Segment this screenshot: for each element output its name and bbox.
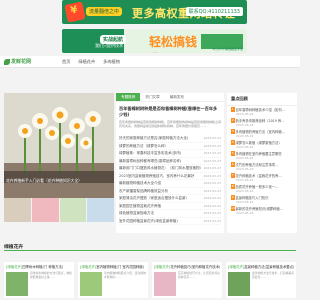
review-sidebar: 重点回顾 1 百年香樟树种植技术介绍（如何… 2023-05-24 2 新手养多肉推荐… — [227, 93, 297, 233]
thumbnail[interactable] — [4, 198, 31, 222]
sidebar-item[interactable]: 3 多肉植物的养殖方法（室内种植… 2023-05-24 — [227, 128, 297, 139]
sidebar-item[interactable]: 6 文竹的养殖方法和注意事项… 2023-05-24 — [227, 161, 297, 172]
list-item[interactable]: 最新前门门口摆放风水植物花：（前门风水摆放植物） 2023-05-23 — [119, 165, 221, 173]
list-item[interactable]: 绿色植物盆景指南方法 2023-05-23 — [119, 210, 221, 218]
list-item[interactable]: 农产新疆香梨品牌种植效益分析 2023-05-23 — [119, 188, 221, 195]
tab-hot[interactable]: 热门文章 — [140, 93, 164, 101]
thumbnail[interactable] — [31, 198, 59, 222]
nav-link-succulents[interactable]: 多肉植物 — [103, 59, 120, 65]
article-panel: 专题推荐 热门文章 最新发布 百年香樟树树种是是否和香樟树种植(香樟在一百年多少… — [116, 93, 224, 233]
tab-featured[interactable]: 专题推荐 — [116, 93, 141, 101]
banner2-sub: 我们只提供技术 — [95, 43, 123, 48]
main-nav: 发鲜花网 首页 绿植花卉 多肉植物 — [0, 56, 300, 68]
banner-contact: 联系QQ:4110211133 — [185, 7, 243, 16]
sidebar-item[interactable]: 9 盆景种植技巧入门知识 2023-05-24 — [227, 194, 297, 205]
featured-headline[interactable]: 百年香樟树树种是是否和香樟树种植(香樟在一百年多少钱) — [116, 102, 224, 119]
hero-image[interactable]: 花卉养殖新手入门必看（花卉种植知识大全） — [4, 93, 114, 198]
thumbnail[interactable] — [59, 198, 87, 222]
nav-link-plants[interactable]: 绿植花卉 — [78, 59, 95, 65]
red-envelope-icon — [64, 1, 86, 23]
sidebar-item[interactable]: 5 多肉植物在室内养殖要注意哪些 2023-05-24 — [227, 150, 297, 161]
sidebar-item[interactable]: 7 花卉种植技术（盆栽花卉的养… 2023-05-24 — [227, 172, 297, 183]
list-item[interactable]: 最新植物种植技术大全介绍 2023-05-23 — [119, 180, 221, 188]
article-card[interactable]: [绿植花卉]四季树木种植(门 种植方法) 四季树木种植的方法与要点，种植前要准备… — [4, 262, 74, 298]
ad-banner-second[interactable]: 实战起航 我们只提供技术 轻松搞钱 玩赚副业 #公众号:搞钱副业手册 — [62, 29, 247, 53]
tab-latest[interactable]: 最新发布 — [165, 93, 189, 101]
sidebar-item[interactable]: 2 新手养多肉推荐品种（2019 养… 2023-05-24 — [227, 117, 297, 128]
leaf-icon — [4, 58, 10, 65]
banner-tag: 流量翻倍之中 — [86, 7, 123, 16]
hero-caption: 花卉养殖新手入门必看（花卉种植知识大全） — [6, 178, 82, 183]
featured-summary: 百年香樟树树种是否和香樟树种植，百年香樟树的树种是否和香樟树种植之间有何关系，香… — [119, 120, 222, 128]
section-divider — [4, 250, 296, 251]
card-image — [228, 272, 250, 296]
thumbnail[interactable] — [87, 198, 114, 222]
article-card[interactable]: [绿植花卉]盆景种植方法(盆景种植技术要点) 盆景种植方法与技术，打造精美家居盆… — [226, 262, 296, 298]
list-item[interactable]: 最新香樟树品种都有哪些(香樟品种名称) 2023-05-23 — [119, 158, 221, 165]
list-item[interactable]: 室外花园种植盆景花卉(绿色盆景种植) 2023-05-23 — [119, 218, 221, 225]
card-image — [6, 272, 28, 296]
banner2-footnote: #公众号:搞钱副业手册 — [212, 47, 243, 51]
section-title: 绿植花卉 — [4, 245, 24, 250]
sidebar-item[interactable]: 10 最新的花卉养殖知识(绿萝种植… 2023-05-24 — [227, 205, 297, 216]
list-item[interactable]: 2023室内盆栽植物养殖技巧，室内养什么花最好 2023-05-23 — [119, 173, 221, 180]
sidebar-item[interactable]: 4 绿萝怎么繁殖（绿萝繁殖方法） 2023-05-24 — [227, 139, 297, 150]
article-card[interactable]: [绿植花卉]花卉种植技巧(室内种植花卉技术) 花卉种植技巧大全，让您轻松养好各种… — [152, 262, 222, 298]
list-item[interactable]: 好天的家庭种植方法是否(家庭种植方法大全) 2023-05-23 — [119, 135, 221, 143]
list-item[interactable]: 绿萝植株：常春科技丰富多彩技术(多肉) 2023-05-23 — [119, 150, 221, 158]
card-image — [80, 272, 102, 296]
sidebar-item[interactable]: 8 品质花卉养殖一般多少钱一… 2023-05-24 — [227, 183, 297, 194]
thumbnail-strip — [4, 198, 114, 222]
article-card[interactable]: [绿植花卉]室内植物种植(门 室内花园种植) 室内植物种植要点介绍，选对植物才能… — [78, 262, 148, 298]
site-logo[interactable]: 发鲜花网 — [4, 58, 31, 65]
card-image — [154, 272, 176, 296]
list-item[interactable]: 家庭园艺植物盆栽花卉养殖 2023-05-23 — [119, 203, 221, 210]
ad-banner-top[interactable]: 流量翻倍之中 更多高权重网站转让 联系QQ:4110211133 — [62, 0, 247, 24]
nav-link-home[interactable]: 首页 — [62, 59, 70, 65]
list-item[interactable]: 家庭清洁花卉摆放（家庭适合摆放什么盆景） 2023-05-23 — [119, 195, 221, 203]
sidebar-title: 重点回顾 — [227, 93, 297, 106]
sidebar-item[interactable]: 1 百年香樟树种植技术介绍（如何… 2023-05-24 — [227, 106, 297, 117]
list-item[interactable]: 绿萝的种植方法（绿萝怎么种） 2023-05-23 — [119, 143, 221, 150]
